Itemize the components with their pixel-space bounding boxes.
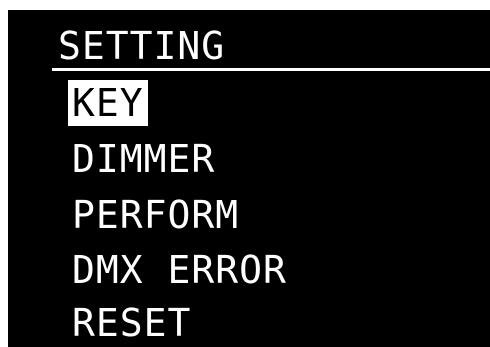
title-underline [52,68,490,71]
menu-item-dimmer[interactable]: DIMMER [68,136,219,182]
menu-item-reset[interactable]: RESET [68,300,195,346]
menu-item-key[interactable]: KEY [68,80,148,126]
menu-item-dmx-error[interactable]: DMX ERROR [68,247,291,293]
screen-title: SETTING [58,24,226,68]
lcd-screen: SETTING KEY DIMMER PERFORM DMX ERROR RES… [8,10,490,347]
menu-item-perform[interactable]: PERFORM [68,192,243,238]
